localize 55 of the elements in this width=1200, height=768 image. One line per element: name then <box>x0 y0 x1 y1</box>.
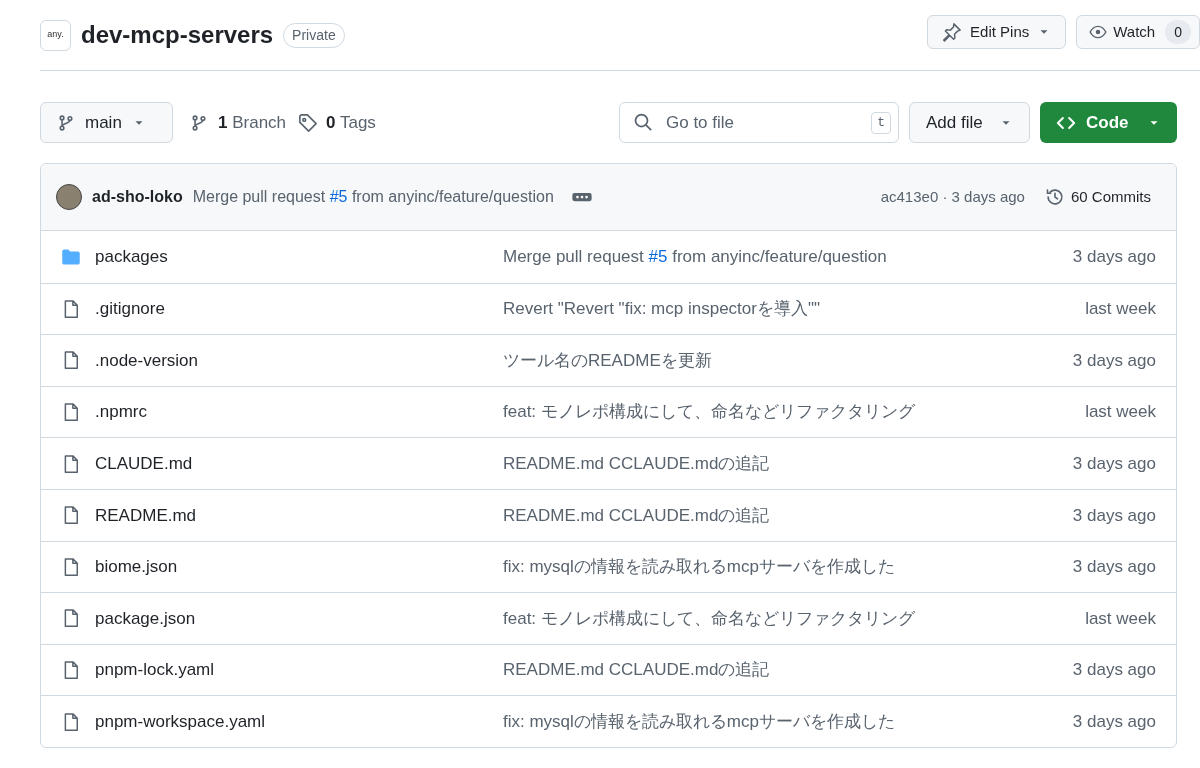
commit-time: last week <box>1085 401 1156 424</box>
commit-time: 3 days ago <box>1072 504 1156 527</box>
file-link[interactable]: .node-version <box>95 350 198 370</box>
commit-time: last week <box>1085 298 1156 321</box>
commit-time: 3 days ago <box>1072 556 1156 579</box>
tag-icon <box>298 112 319 133</box>
commit-message: Merge pull request #5 from anyinc/feature/question <box>503 246 887 269</box>
branches-link[interactable]: 1 Branch <box>190 109 287 136</box>
commit-time: last week <box>1085 607 1156 630</box>
tags-link[interactable]: 0 Tags <box>298 109 376 136</box>
commit-message: Revert "Revert "fix: mcp inspectorを導入"" <box>503 298 820 321</box>
shortcut-key: t <box>871 112 891 134</box>
file-link[interactable]: biome.json <box>95 557 178 577</box>
history-icon <box>1044 187 1065 207</box>
file-link[interactable]: package.json <box>95 608 196 628</box>
eye-icon <box>1089 23 1108 41</box>
commit-time: 3 days ago <box>1072 349 1156 372</box>
commit-message: README.md CCLAUDE.mdの追記 <box>503 659 770 682</box>
commit-message: README.md CCLAUDE.mdの追記 <box>503 452 770 475</box>
commit-time: 3 days ago <box>1072 452 1156 475</box>
commit-author[interactable]: ad-sho-loko <box>92 185 183 209</box>
avatar <box>56 184 82 210</box>
pull-request-link[interactable]: #5 <box>329 188 348 205</box>
pin-icon <box>942 22 963 42</box>
commits-link[interactable]: 60 Commits <box>1044 185 1151 209</box>
commit-message: README.md CCLAUDE.mdの追記 <box>503 504 770 527</box>
commit-message: fix: mysqlの情報を読み取れるmcpサーバを作成した <box>503 710 895 733</box>
file-link[interactable]: .npmrc <box>95 402 147 422</box>
add-file-button[interactable]: Add file <box>909 102 1030 143</box>
search-icon <box>633 112 653 132</box>
org-logo: any. <box>40 19 71 51</box>
branch-selector[interactable]: main <box>40 102 173 143</box>
file-link[interactable]: README.md <box>95 505 197 525</box>
commit-message: fix: mysqlの情報を読み取れるmcpサーバを作成した <box>503 556 895 579</box>
commit-hash-time: ac413e0 · 3 days ago <box>880 186 1025 207</box>
branch-icon <box>57 113 75 132</box>
folder-link[interactable]: packages <box>95 247 168 267</box>
code-button[interactable]: Code <box>1040 102 1177 143</box>
file-link[interactable]: .gitignore <box>95 299 165 319</box>
repo-name[interactable]: dev-mcp-servers <box>81 17 274 53</box>
commit-time: 3 days ago <box>1072 710 1156 733</box>
file-link[interactable]: pnpm-lock.yaml <box>95 660 215 680</box>
commit-message: feat: モノレポ構成にして、命名などリファクタリング <box>503 607 915 630</box>
commit-time: 3 days ago <box>1072 246 1156 269</box>
file-link[interactable]: pnpm-workspace.yaml <box>95 711 266 731</box>
branch-icon <box>190 113 208 132</box>
commit-message: ツール名のREADMEを更新 <box>503 349 712 372</box>
commit-message: Merge pull request #5 from anyinc/feature/question <box>192 187 554 207</box>
commit-time: 3 days ago <box>1072 659 1156 682</box>
file-link[interactable]: CLAUDE.md <box>95 453 193 473</box>
edit-pins-button[interactable]: Edit Pins <box>927 15 1067 49</box>
watch-count: 0 <box>1165 20 1191 44</box>
pull-request-link[interactable]: #5 <box>648 247 668 267</box>
commit-message: feat: モノレポ構成にして、命名などリファクタリング <box>503 401 915 424</box>
watch-button[interactable]: Watch 0 <box>1076 15 1200 49</box>
